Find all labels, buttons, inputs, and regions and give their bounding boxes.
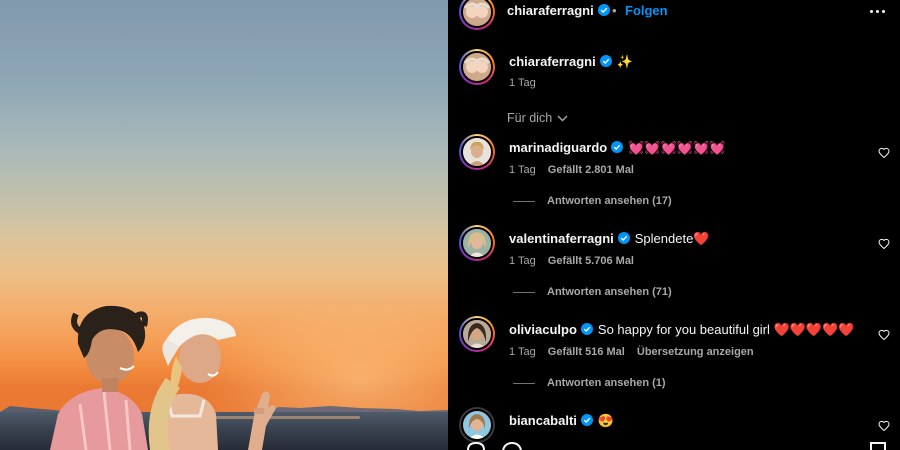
translate-button[interactable]: Übersetzung anzeigen [637,346,754,358]
verified-badge-icon [597,4,610,16]
comment-likes[interactable]: Gefällt 2.801 Mal [548,164,634,176]
comment-likes[interactable]: Gefällt 516 Mal [548,346,625,358]
comment-text: Splendete❤️ [634,231,710,246]
comment-username[interactable]: biancabalti [509,413,577,428]
header-username-text[interactable]: chiaraferragni [507,3,594,18]
replies-divider [513,291,535,293]
view-replies-button[interactable]: Antworten ansehen (71) [513,286,672,298]
avatar-image [461,409,493,441]
view-replies-label[interactable]: Antworten ansehen (1) [547,377,666,389]
header-username[interactable]: chiaraferragni [507,3,610,18]
comment-avatar-valentinaferragni[interactable] [459,225,495,261]
comment-meta: 1 Tag Gefällt 2.801 Mal [509,164,634,176]
comment-line: valentinaferragni Splendete❤️ [509,231,710,247]
heart-outline-icon[interactable] [878,329,890,341]
view-replies-button[interactable]: Antworten ansehen (17) [513,195,672,207]
caption: chiaraferragni ✨ [509,54,633,70]
comment-text: So happy for you beautiful girl ❤️❤️❤️❤️… [597,322,855,337]
comment-meta: 1 Tag Gefällt 5.706 Mal [509,255,634,267]
heart-outline-icon[interactable] [878,238,890,250]
comment-avatar-biancabalti[interactable] [459,407,495,443]
comment-line: biancabalti 😍 [509,413,614,429]
sort-dropdown[interactable]: Für dich [507,111,568,125]
comment-line: marinadiguardo 💓💓💓💓💓💓 [509,140,725,156]
comment-line: oliviaculpo So happy for you beautiful gi… [509,322,854,338]
comment-username[interactable]: marinadiguardo [509,140,607,155]
verified-badge-icon [617,232,630,244]
verified-badge-icon [580,323,593,335]
comment-username[interactable]: oliviaculpo [509,322,577,337]
comment-time: 1 Tag [509,346,536,358]
comments-panel: chiaraferragni • Folgen chiaraferragni ✨ … [448,0,900,450]
comment-time: 1 Tag [509,255,536,267]
verified-badge-icon [611,141,624,153]
header-separator: • [612,3,617,18]
comment-likes[interactable]: Gefällt 5.706 Mal [548,255,634,267]
comment-avatar-oliviaculpo[interactable] [459,316,495,352]
sort-label: Für dich [507,111,553,125]
caption-text: ✨ [616,54,633,69]
action-bar-partial [467,441,886,450]
replies-divider [513,200,535,202]
heart-outline-icon[interactable] [878,147,890,159]
post-photo[interactable] [0,0,448,450]
comment-avatar-marinadiguardo[interactable] [459,134,495,170]
couple-figures [50,305,276,450]
caption-username[interactable]: chiaraferragni [509,54,596,69]
caption-time: 1 Tag [509,77,536,89]
heart-outline-icon[interactable] [878,420,890,432]
comment-username[interactable]: valentinaferragni [509,231,614,246]
avatar-image [461,227,493,259]
follow-button[interactable]: Folgen [625,3,668,18]
caption-avatar[interactable] [459,49,495,85]
author-avatar[interactable] [459,0,495,30]
verified-badge-icon [599,55,612,67]
view-replies-label[interactable]: Antworten ansehen (71) [547,286,672,298]
chevron-down-icon [557,115,568,121]
comment-meta: 1 Tag Gefällt 516 Mal Übersetzung anzeig… [509,346,754,358]
author-avatar-image [461,0,493,28]
comment-time: 1 Tag [509,164,536,176]
comment-text: 😍 [597,413,615,428]
replies-divider [513,382,535,384]
view-replies-button[interactable]: Antworten ansehen (1) [513,377,666,389]
comment-text: 💓💓💓💓💓💓 [628,140,726,155]
avatar-image [461,318,493,350]
avatar-image [461,136,493,168]
caption-avatar-image [461,51,493,83]
more-horizontal-icon[interactable] [870,10,885,13]
view-replies-label[interactable]: Antworten ansehen (17) [547,195,672,207]
verified-badge-icon [580,414,593,426]
